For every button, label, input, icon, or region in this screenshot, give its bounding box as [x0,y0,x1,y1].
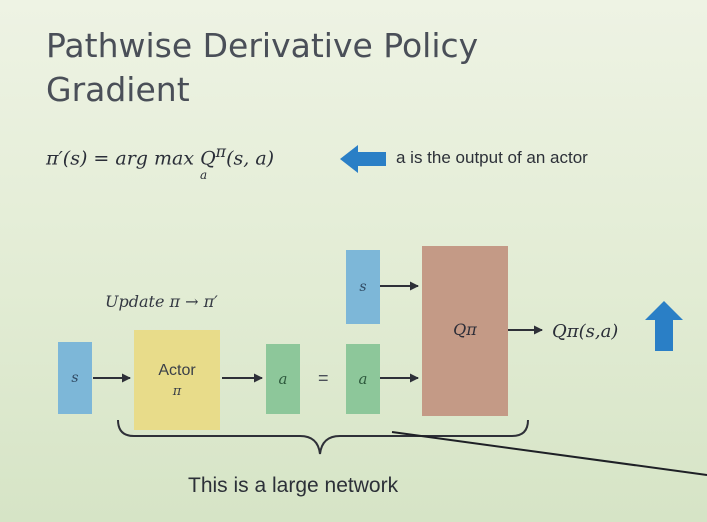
state-box-q-input: s [346,250,380,324]
actor-box: Actor π [134,330,220,430]
action-box-q-label: a [358,370,368,388]
pointer-line [391,431,707,476]
action-box-q-input: a [346,344,380,414]
network-caption: This is a large network [188,474,399,497]
state-box-actor-input: s [58,342,92,414]
q-network-box: Qπ [422,246,508,416]
equals-sign: = [318,368,329,388]
actor-sub-label: π [172,383,182,399]
q-network-label: Qπ [453,320,477,339]
state-box-q-label: s [359,279,367,295]
update-label: Update π → π′ [105,292,218,311]
up-arrow-icon [645,301,683,351]
action-box-label: a [278,370,288,388]
q-output-label: Qπ(s,a) [552,321,619,342]
actor-label: Actor [158,361,196,379]
state-box-label: s [71,370,79,386]
action-box-actor-output: a [266,344,300,414]
